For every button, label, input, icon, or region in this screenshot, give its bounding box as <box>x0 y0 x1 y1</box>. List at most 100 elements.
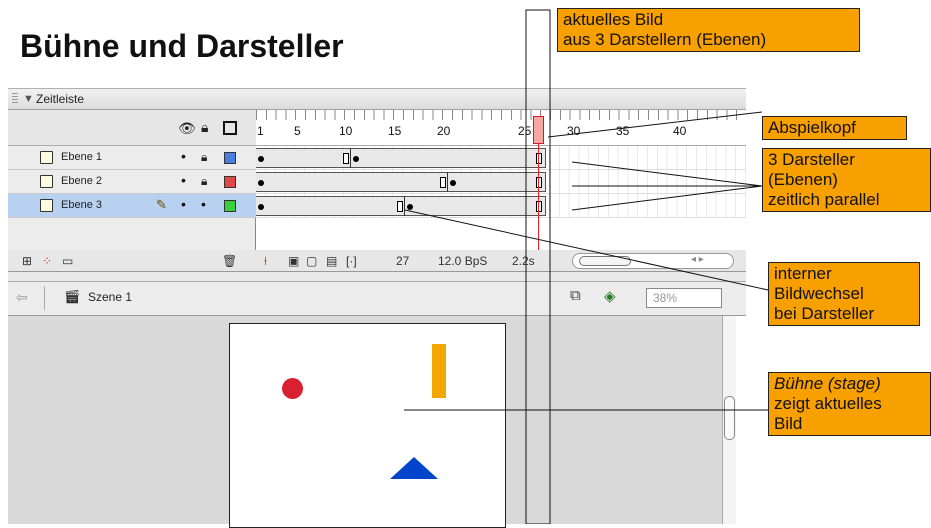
onion-markers-icon[interactable]: [·] <box>346 254 357 268</box>
annotation-line: (Ebenen) <box>768 170 838 189</box>
grip-handle[interactable] <box>12 93 18 105</box>
annotation-playhead: Abspielkopf <box>762 116 907 140</box>
scene-label[interactable]: Szene 1 <box>88 290 132 304</box>
ruler-number: 30 <box>567 124 581 138</box>
layer-row-3[interactable]: Ebene 3 ✎ • • <box>8 194 256 218</box>
keyframe-end-marker[interactable] <box>536 201 542 212</box>
annotation-line: zeigt aktuelles <box>774 394 882 413</box>
annotation-current-frame: aktuelles Bild aus 3 Darstellern (Ebenen… <box>557 8 860 52</box>
annotation-line: 3 Darsteller <box>768 150 855 169</box>
orange-bar-actor[interactable] <box>432 344 446 398</box>
layer-name: Ebene 2 <box>61 175 102 187</box>
annotation-internal: interner Bildwechsel bei Darsteller <box>768 262 920 326</box>
center-frame-icon[interactable]: ⍿ <box>264 254 267 269</box>
divider <box>44 286 45 310</box>
onion-outline-icon[interactable]: ▢ <box>306 254 317 268</box>
playhead[interactable] <box>533 116 544 144</box>
page-title: Bühne und Darsteller <box>20 28 344 64</box>
current-frame-readout: 27 <box>396 254 410 268</box>
add-guide-icon[interactable]: ⁘ <box>42 254 52 268</box>
layer-header: 👁 🔒︎ <box>8 110 256 146</box>
layer-color-swatch[interactable] <box>224 200 236 212</box>
keyframe-end-marker[interactable] <box>397 201 403 212</box>
keyframe-divider <box>404 196 405 216</box>
annotation-line: aus 3 Darstellern (Ebenen) <box>563 30 767 49</box>
timeline-toolbar: ⊞ ⁘ ▭ 🗑︎ ⍿ ▣ ▢ ▤ [·] 27 12.0 BpS 2.2s ◂ … <box>8 250 746 272</box>
layer-name: Ebene 1 <box>61 151 102 163</box>
frame-ruler[interactable]: 1 5 10 15 20 25 30 35 40 <box>256 110 746 146</box>
keyframe-dot[interactable] <box>258 180 264 186</box>
pencil-icon: ✎ <box>156 197 167 212</box>
red-circle-actor[interactable] <box>282 378 303 399</box>
edit-scene-icon[interactable]: ⧉ <box>570 287 581 304</box>
timeline-panel-header[interactable]: ▼ Zeitleiste <box>8 88 746 110</box>
scene-bar: ⇦ 🎬︎ Szene 1 ⧉ ◈ 38% <box>8 282 746 316</box>
keyframe-dot[interactable] <box>353 156 359 162</box>
empty-frames-area <box>256 218 746 250</box>
stage[interactable] <box>229 323 506 528</box>
layer-color-swatch[interactable] <box>224 176 236 188</box>
layer-doc-icon <box>40 199 53 212</box>
elapsed-time-readout: 2.2s <box>512 254 535 268</box>
visibility-dot[interactable]: • <box>181 172 186 188</box>
annotation-line: Bildwechsel <box>774 284 864 303</box>
ruler-number: 20 <box>437 124 451 138</box>
keyframe-dot[interactable] <box>258 156 264 162</box>
lock-icon[interactable]: 🔒︎ <box>201 150 207 165</box>
visibility-dot[interactable]: • <box>181 196 186 212</box>
layer-color-swatch[interactable] <box>224 152 236 164</box>
eye-icon[interactable]: 👁 <box>178 120 196 137</box>
ruler-number: 10 <box>339 124 353 138</box>
keyframe-dot[interactable] <box>258 204 264 210</box>
keyframe-end-marker[interactable] <box>536 177 542 188</box>
timeline-hscroll[interactable]: ◂ ▸ <box>572 253 734 269</box>
playhead-line <box>538 144 539 250</box>
add-folder-icon[interactable]: ▭ <box>62 254 73 268</box>
keyframe-dot[interactable] <box>407 204 413 210</box>
annotation-line: bei Darsteller <box>774 304 875 323</box>
keyframe-end-marker[interactable] <box>536 153 542 164</box>
ruler-number: 15 <box>388 124 402 138</box>
frame-rate-readout: 12.0 BpS <box>438 254 488 268</box>
layer-name: Ebene 3 <box>61 199 102 211</box>
timeline-panel-title: Zeitleiste <box>36 92 85 106</box>
scene-clapper-icon: 🎬︎ <box>64 289 81 304</box>
layer-row-1[interactable]: Ebene 1 • 🔒︎ <box>8 146 256 170</box>
annotation-line: Abspielkopf <box>768 118 856 137</box>
frame-span-1[interactable] <box>256 148 546 168</box>
annotation-line: interner <box>774 264 832 283</box>
edit-multiple-icon[interactable]: ▤ <box>326 254 337 268</box>
back-arrow-icon[interactable]: ⇦ <box>16 289 28 306</box>
visibility-dot[interactable]: • <box>181 148 186 164</box>
lock-icon[interactable]: 🔒︎ <box>201 174 207 189</box>
keyframe-end-marker[interactable] <box>343 153 349 164</box>
scroll-arrows-icon[interactable]: ◂ ▸ <box>691 254 704 265</box>
stage-vscroll[interactable] <box>722 316 736 524</box>
edit-symbol-icon[interactable]: ◈ <box>604 287 616 305</box>
ruler-number: 5 <box>294 124 301 138</box>
frame-span-2[interactable] <box>256 172 546 192</box>
panel-splitter[interactable] <box>8 272 746 282</box>
outline-icon[interactable] <box>223 121 237 135</box>
keyframe-divider <box>447 172 448 192</box>
ruler-ticks <box>256 110 746 120</box>
vscroll-thumb[interactable] <box>724 396 735 440</box>
hscroll-thumb[interactable] <box>579 256 631 266</box>
layer-row-2[interactable]: Ebene 2 • 🔒︎ <box>8 170 256 194</box>
onion-skin-icon[interactable]: ▣ <box>288 254 299 268</box>
annotation-stage: Bühne (stage) zeigt aktuelles Bild <box>768 372 931 436</box>
keyframe-end-marker[interactable] <box>440 177 446 188</box>
collapse-triangle-icon[interactable]: ▼ <box>23 93 34 105</box>
lock-icon[interactable]: 🔒︎ <box>201 119 208 136</box>
zoom-field[interactable]: 38% <box>646 288 722 308</box>
annotation-line: Bühne (stage) <box>774 374 881 393</box>
ruler-number: 35 <box>616 124 630 138</box>
add-layer-icon[interactable]: ⊞ <box>22 254 32 268</box>
blue-triangle-actor[interactable] <box>390 457 438 479</box>
layer-doc-icon <box>40 175 53 188</box>
trash-icon[interactable]: 🗑︎ <box>222 254 237 268</box>
ruler-number: 1 <box>257 124 264 138</box>
lock-dot[interactable]: • <box>201 196 206 212</box>
keyframe-divider <box>350 148 351 168</box>
keyframe-dot[interactable] <box>450 180 456 186</box>
